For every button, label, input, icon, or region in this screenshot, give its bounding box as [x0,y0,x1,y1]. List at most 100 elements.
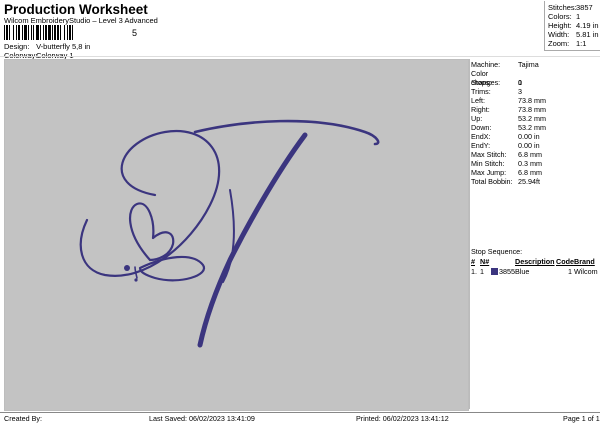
machine-info-label: Trims: [471,87,491,96]
barcode-bar [72,25,73,40]
row-brand: Wilcom [574,267,598,276]
machine-info-value: 6.8 mm [518,150,542,159]
machine-info-label: EndY: [471,141,491,150]
row-description: Blue [515,267,530,276]
machine-info-value: 3 [518,87,522,96]
design-value: V-butterfly 5,8 in [36,42,91,51]
barcode [4,25,73,40]
stop-sequence-table: # N# Description Code Brand 1. 1 3855 Bl… [471,257,599,277]
stat-label: Width: [548,30,570,39]
machine-info-value: 25.94ft [518,177,540,186]
butterfly-upper-wing [128,202,175,262]
machine-info-row: EndY: 0.00 in [471,141,540,150]
machine-info-row: Total Bobbin: 25.94ft [471,177,540,186]
stat-label: Colors: [548,12,572,21]
color-swatch [491,268,498,275]
machine-info-label: Down: [471,123,492,132]
stat-width: Width: 5.81 in [548,30,599,39]
col-header-brand: Brand [574,257,595,266]
machine-info-value: 53.2 mm [518,114,546,123]
barcode-bar [9,25,10,40]
machine-info-row: Machine: Tajima [471,60,539,69]
page-title: Production Worksheet [4,2,148,17]
header-divider [0,56,600,57]
footer: Created By: Last Saved: 06/02/2023 13:41… [0,412,600,425]
barcode-bar [24,25,27,40]
machine-info-row: Trims: 3 [471,87,522,96]
stat-stitches: Stitches:3857 [548,3,593,12]
butterfly-dot [124,265,130,271]
machine-info-row: Up: 53.2 mm [471,114,546,123]
barcode-bar [28,25,29,40]
stat-height: Height: 4.19 in [548,21,599,30]
machine-info-row: Left: 73.8 mm [471,96,546,105]
machine-info-label: Color changes: [471,69,501,87]
barcode-bar [52,25,53,40]
barcode-bar [16,25,17,40]
machine-info-row: Max Jump: 6.8 mm [471,168,542,177]
barcode-bar [64,25,65,40]
barcode-bar [22,25,23,40]
barcode-bar [69,25,71,40]
machine-info-label: Total Bobbin: [471,177,513,186]
col-header-code: Code [556,257,574,266]
barcode-bar [18,25,20,40]
footer-page: Page 1 of 1 [563,414,600,423]
machine-info-label: Up: [471,114,483,123]
stop-sequence-title: Stop Sequence: [471,247,523,256]
barcode-bar [45,25,47,40]
stat-label: Zoom: [548,39,570,48]
butterfly-dot-small [134,278,138,282]
stop-sequence-header: # N# Description Code Brand [471,257,599,267]
machine-info-value: 73.8 mm [518,105,546,114]
machine-info-label: Right: [471,105,490,114]
barcode-bar [43,25,44,40]
machine-info-label: EndX: [471,132,491,141]
v-top-swash [193,119,380,146]
stats-box: Stitches:3857 Colors: 1 Height: 4.19 in Wi… [544,1,600,51]
stat-value: 4.19 in [576,21,599,30]
machine-info-value: 0.3 mm [518,159,542,168]
stat-value: 1:1 [576,39,587,48]
barcode-bar [4,25,5,40]
machine-info-value: 0.00 in [518,132,540,141]
barcode-bar [13,25,14,40]
machine-info-panel: Total Bobbin: 25.94ft Max Jump: 6.8 mm Min S… [469,59,600,409]
stat-value: 5.81 in [576,30,599,39]
machine-info-row: Max Stitch: 6.8 mm [471,150,542,159]
machine-info-row: Down: 53.2 mm [471,123,546,132]
v-main-stroke [197,132,308,348]
machine-info-label: Left: [471,96,485,105]
stat-value: 1 [576,12,581,21]
software-subtitle: Wilcom EmbroideryStudio – Level 3 Advanc… [4,16,158,25]
barcode-bar [54,25,56,40]
machine-info-value: 0 [518,78,522,87]
barcode-bar [67,25,68,40]
v-outer-loop [79,129,221,277]
stat-colors: Colors: 1 [548,12,580,21]
col-header-hash: # [471,257,475,266]
barcode-suffix: 5 [132,28,138,38]
table-row: 1. 1 3855 Blue 1 Wilcom [471,267,599,277]
machine-info-label: Max Jump: [471,168,507,177]
barcode-bar [33,25,34,40]
barcode-bar [36,25,39,40]
row-n: 1 [480,267,484,276]
machine-info-value: 6.8 mm [518,168,542,177]
machine-info-label: Min Stitch: [471,159,505,168]
machine-info-value: 53.2 mm [518,123,546,132]
barcode-bar [6,25,8,40]
row-num: 1. [471,267,477,276]
stat-label: Height: [548,21,572,30]
embroidery-design [79,119,380,348]
row-code: 1 [568,267,572,276]
design-preview [4,59,469,411]
footer-last-saved: Last Saved: 06/02/2023 13:41:09 [149,414,255,423]
machine-info-value: 0.00 in [518,141,540,150]
machine-info-row: Min Stitch: 0.3 mm [471,159,542,168]
footer-printed: Printed: 06/02/2023 13:41:12 [356,414,449,423]
row-stitches: 3855 [499,267,515,276]
barcode-bar [60,25,61,40]
col-header-n: N# [480,257,490,266]
design-row: Design: V-butterfly 5,8 in [4,42,90,51]
